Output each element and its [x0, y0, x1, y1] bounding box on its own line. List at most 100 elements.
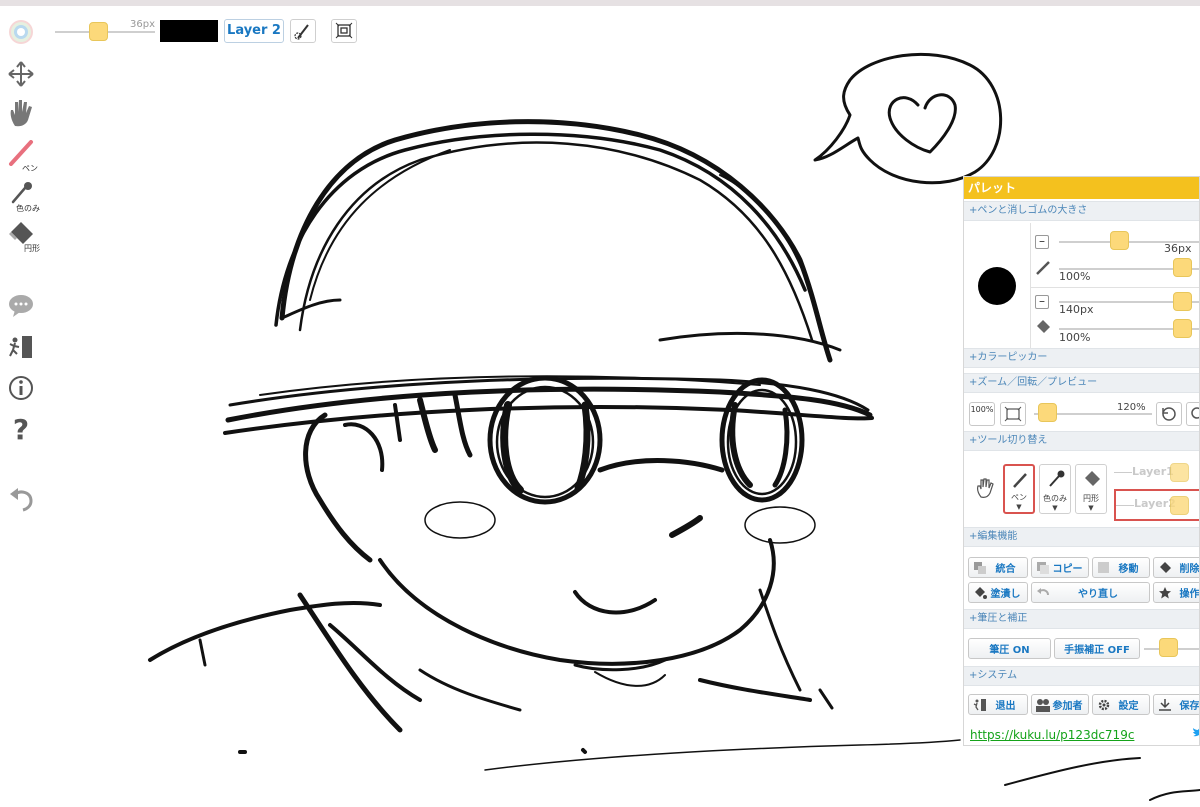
hand-icon: [10, 100, 32, 127]
zoom-fit-button[interactable]: [1000, 402, 1026, 426]
copy-label: コピー: [1052, 564, 1083, 575]
exit-button[interactable]: [6, 334, 36, 364]
section-zoom[interactable]: +ズーム／回転／プレビュー: [964, 373, 1199, 393]
settings-label: 設定: [1118, 701, 1139, 712]
eyedropper-tool-toggle[interactable]: 色のみ ▼: [1039, 464, 1071, 514]
merge-button[interactable]: 統合: [968, 557, 1028, 578]
redo-label: やり直し: [1078, 589, 1118, 600]
pen-tool-toggle[interactable]: ペン ▼: [1003, 464, 1035, 514]
layer1-opacity-knob[interactable]: [1170, 463, 1189, 482]
layer1-name: Layer1: [1132, 465, 1174, 478]
layer2-row[interactable]: Layer2: [1114, 489, 1199, 521]
eraser-toggle-icon: [1085, 471, 1100, 486]
pen-size-knob[interactable]: [1110, 231, 1129, 250]
section-pressure[interactable]: +筆圧と補正: [964, 609, 1199, 629]
section-tool-switch[interactable]: +ツール切り替え: [964, 431, 1199, 451]
move-label: 移動: [1118, 564, 1139, 575]
section-pen-eraser-size[interactable]: +ペンと消しゴムの大きさ: [964, 201, 1199, 221]
chat-button[interactable]: [6, 292, 36, 322]
question-icon: ?: [13, 413, 29, 446]
pen-toggle-label: ペン: [1011, 493, 1027, 502]
fill-button[interactable]: 塗潰し: [968, 582, 1028, 603]
eraser-tool-toggle[interactable]: 円形 ▼: [1075, 464, 1107, 514]
eraser-toggle-label: 円形: [1083, 494, 1099, 503]
magnifier-icon: [1191, 407, 1199, 419]
zoom-knob[interactable]: [1038, 403, 1057, 422]
info-button[interactable]: [6, 374, 36, 406]
gear-icon: [1096, 697, 1112, 713]
eraser-opacity-value: 100%: [1059, 331, 1091, 344]
eyedropper-small-icon: [1049, 470, 1065, 487]
save-button[interactable]: 保存: [1153, 694, 1199, 715]
palette-title[interactable]: パレット: [964, 177, 1199, 199]
settings-button[interactable]: 設定: [1092, 694, 1150, 715]
merge-label: 統合: [995, 564, 1016, 575]
eraser-size-minus-button[interactable]: –: [1035, 295, 1049, 309]
copy-button[interactable]: コピー: [1031, 557, 1089, 578]
eraser-opacity-knob[interactable]: [1173, 319, 1192, 338]
eraser-toggle-arrow: ▼: [1088, 504, 1094, 512]
room-url-link[interactable]: https://kuku.lu/p123dc719c: [970, 728, 1134, 742]
move-button[interactable]: 移動: [1092, 557, 1150, 578]
fit-screen-icon: [1004, 406, 1022, 422]
operate-button[interactable]: 操作: [1153, 582, 1200, 603]
exit-room-button[interactable]: 退出: [968, 694, 1028, 715]
help-button[interactable]: ?: [6, 413, 36, 448]
pressure-label: 筆圧 ON: [989, 645, 1030, 656]
move-tool-button[interactable]: [6, 60, 36, 92]
brush-settings-icon: [294, 24, 309, 40]
color-wheel-icon: [9, 20, 33, 44]
members-button[interactable]: 参加者: [1031, 694, 1089, 715]
size-row-divider: [1030, 287, 1199, 288]
color-wheel-button[interactable]: [6, 18, 36, 50]
preview-button[interactable]: [1186, 402, 1199, 426]
members-icon: [1035, 697, 1051, 713]
hand-tool-button[interactable]: [6, 98, 36, 132]
section-edit[interactable]: +編集機能: [964, 527, 1199, 547]
pressure-toggle-button[interactable]: 筆圧 ON: [968, 638, 1051, 659]
stabilizer-toggle-button[interactable]: 手振補正 OFF: [1054, 638, 1140, 659]
rotate-icon: [1162, 407, 1176, 421]
star-icon: [1157, 585, 1173, 601]
stabilizer-label: 手振補正 OFF: [1064, 645, 1130, 656]
pen-toggle-arrow: ▼: [1016, 503, 1022, 511]
hand-outline-icon: [977, 478, 994, 498]
pen-tool-label: ペン: [22, 164, 38, 173]
redo-icon: [1035, 585, 1051, 601]
size-divider: [1030, 223, 1031, 348]
delete-icon: [1157, 560, 1173, 576]
twitter-icon[interactable]: [1192, 727, 1200, 739]
brush-size-readout: 36px: [130, 19, 155, 30]
pen-size-minus-button[interactable]: –: [1035, 235, 1049, 249]
section-system[interactable]: +システム: [964, 666, 1199, 686]
rotate-button[interactable]: [1156, 402, 1182, 426]
delete-button[interactable]: 削除: [1153, 557, 1199, 578]
pen-opacity-value: 100%: [1059, 270, 1091, 283]
pen-opacity-knob[interactable]: [1173, 258, 1192, 277]
layer-selector-button[interactable]: Layer 2: [224, 19, 284, 43]
undo-arrow-icon: [10, 488, 33, 512]
merge-icon: [972, 560, 988, 576]
stabilizer-knob[interactable]: [1159, 638, 1178, 657]
layer2-opacity-knob[interactable]: [1170, 496, 1189, 515]
fit-canvas-button[interactable]: [331, 19, 357, 43]
section-color-picker[interactable]: +カラーピッカー: [964, 348, 1199, 368]
redo-button[interactable]: やり直し: [1031, 582, 1150, 603]
paint-bucket-icon: [972, 585, 988, 601]
eraser-small-icon: [1037, 320, 1050, 333]
move-layer-icon: [1096, 560, 1112, 576]
eraser-size-knob[interactable]: [1173, 292, 1192, 311]
pen-small-icon: [1013, 473, 1027, 488]
undo-button[interactable]: [6, 484, 36, 516]
hand-tool-toggle[interactable]: [972, 471, 998, 505]
operate-label: 操作: [1179, 589, 1200, 600]
layer1-row[interactable]: Layer1: [1114, 459, 1199, 487]
pen-size-value: 36px: [1164, 242, 1192, 255]
brush-settings-button[interactable]: [290, 19, 316, 43]
zoom-100-button[interactable]: 100%: [969, 402, 995, 426]
brush-size-knob[interactable]: [89, 22, 108, 41]
exit-label: 退出: [995, 701, 1016, 712]
eyedropper-toggle-arrow: ▼: [1052, 504, 1058, 512]
current-color-swatch[interactable]: [160, 20, 218, 42]
pencil-icon: [1036, 261, 1050, 275]
